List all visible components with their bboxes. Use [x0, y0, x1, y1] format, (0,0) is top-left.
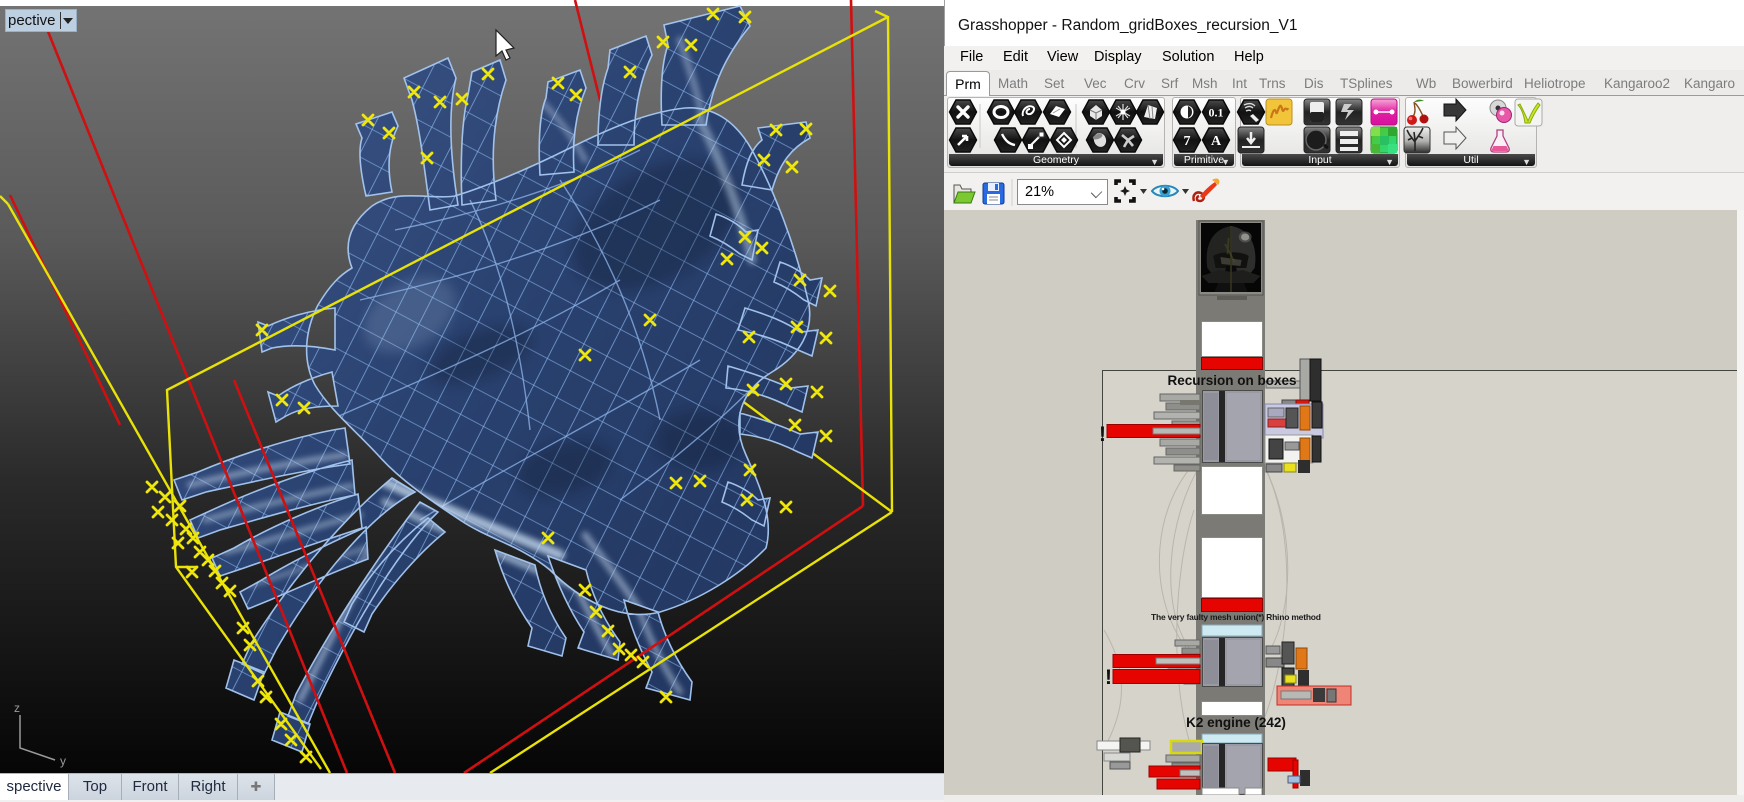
svg-text:!: !	[1105, 666, 1112, 689]
svg-text:Recursion on boxes: Recursion on boxes	[1167, 373, 1296, 388]
svg-text:7: 7	[1184, 134, 1191, 149]
svg-text:!: !	[1099, 423, 1106, 446]
svg-text:The very faulty mesh union(*): The very faulty mesh union(*) Rhino meth…	[1151, 612, 1321, 622]
svg-text:y: y	[60, 754, 66, 768]
svg-text:A: A	[1211, 134, 1222, 149]
svg-text:z: z	[14, 701, 20, 715]
svg-text:0.1: 0.1	[1209, 106, 1224, 120]
svg-text:K2 engine (242): K2 engine (242)	[1186, 715, 1286, 730]
